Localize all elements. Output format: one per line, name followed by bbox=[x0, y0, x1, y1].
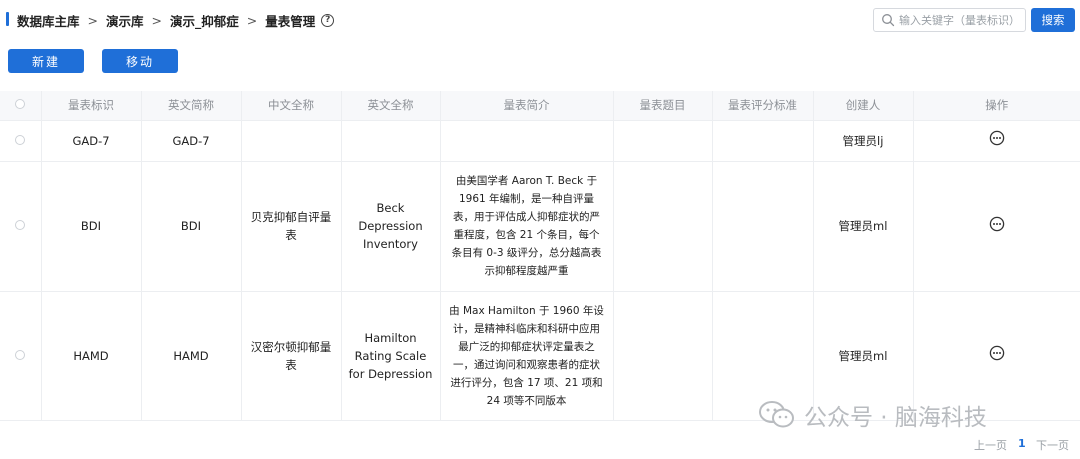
column-header: 创建人 bbox=[813, 91, 914, 121]
table-row: GAD-7 GAD-7 管理员lj bbox=[0, 120, 1080, 162]
more-circle-icon[interactable] bbox=[989, 216, 1005, 232]
breadcrumb-separator: > bbox=[151, 13, 162, 28]
search-box bbox=[873, 8, 1026, 32]
column-header: 操作 bbox=[913, 91, 1080, 121]
cell-actions bbox=[913, 120, 1080, 162]
search-input[interactable] bbox=[899, 13, 1024, 27]
search-button[interactable]: 搜索 bbox=[1031, 8, 1075, 32]
prev-page-button[interactable]: 上一页 bbox=[974, 437, 1007, 452]
more-circle-icon[interactable] bbox=[989, 130, 1005, 146]
cell-scoring bbox=[712, 120, 814, 162]
select-all-header bbox=[0, 91, 42, 121]
table-row: BDI BDI 贝克抑郁自评量表 Beck Depression Invento… bbox=[0, 161, 1080, 292]
cell-cn-full: 汉密尔顿抑郁量表 bbox=[241, 291, 342, 421]
table-header-row: 量表标识 英文简称 中文全称 英文全称 量表简介 量表题目 量表评分标准 创建人… bbox=[0, 91, 1080, 121]
breadcrumb-separator: > bbox=[87, 13, 98, 28]
breadcrumb-item-demo-depression[interactable]: 演示_抑郁症 bbox=[170, 11, 239, 30]
cell-creator: 管理员ml bbox=[813, 161, 914, 292]
breadcrumb-item-main-db[interactable]: 数据库主库 bbox=[17, 11, 80, 30]
row-select-cell bbox=[0, 161, 42, 292]
current-page-number[interactable]: 1 bbox=[1018, 437, 1026, 451]
cell-en-full: Beck Depression Inventory bbox=[341, 161, 441, 292]
cell-creator: 管理员lj bbox=[813, 120, 914, 162]
cell-questions bbox=[613, 120, 713, 162]
next-page-button[interactable]: 下一页 bbox=[1036, 437, 1069, 452]
cell-questions bbox=[613, 291, 713, 421]
breadcrumb-accent-bar bbox=[6, 12, 9, 26]
breadcrumb-item-scale-management: 量表管理 bbox=[265, 14, 316, 29]
cell-actions bbox=[913, 161, 1080, 292]
column-header: 英文全称 bbox=[341, 91, 441, 121]
cell-scale-id: GAD-7 bbox=[41, 120, 142, 162]
cell-questions bbox=[613, 161, 713, 292]
watermark-text: 公众号 · 脑海科技 bbox=[804, 405, 987, 431]
cell-intro: 由美国学者 Aaron T. Beck 于 1961 年编制，是一种自评量表，用… bbox=[440, 161, 614, 292]
cell-en-full bbox=[341, 120, 441, 162]
breadcrumb: 数据库主库 > 演示库 > 演示_抑郁症 > 量表管理 ? bbox=[17, 11, 335, 30]
select-all-radio[interactable] bbox=[15, 99, 26, 110]
watermark: 公众号 · 脑海科技 bbox=[758, 398, 987, 432]
column-header: 英文简称 bbox=[141, 91, 242, 121]
column-header: 量表标识 bbox=[41, 91, 142, 121]
cell-en-full: Hamilton Rating Scale for Depression bbox=[341, 291, 441, 421]
row-select-radio[interactable] bbox=[15, 349, 26, 360]
cell-intro: 由 Max Hamilton 于 1960 年设计，是精神科临床和科研中应用最广… bbox=[440, 291, 614, 421]
cell-en-short: HAMD bbox=[141, 291, 242, 421]
breadcrumb-item-demo-db[interactable]: 演示库 bbox=[106, 11, 144, 30]
question-circle-icon[interactable]: ? bbox=[321, 14, 335, 27]
breadcrumb-separator: > bbox=[246, 13, 258, 28]
cell-en-short: GAD-7 bbox=[141, 120, 242, 162]
cell-scoring bbox=[712, 161, 814, 292]
move-button[interactable]: 移动 bbox=[102, 49, 178, 73]
more-circle-icon[interactable] bbox=[989, 345, 1005, 361]
row-select-radio[interactable] bbox=[15, 220, 26, 230]
row-select-cell bbox=[0, 291, 42, 421]
cell-scale-id: HAMD bbox=[41, 291, 142, 421]
wechat-icon bbox=[759, 401, 794, 428]
column-header: 量表简介 bbox=[440, 91, 614, 121]
new-button[interactable]: 新建 bbox=[8, 49, 84, 73]
cell-en-short: BDI bbox=[141, 161, 242, 292]
cell-intro bbox=[440, 120, 614, 162]
column-header: 量表评分标准 bbox=[712, 91, 814, 121]
row-select-cell bbox=[0, 120, 42, 162]
search-icon bbox=[882, 14, 895, 27]
cell-cn-full: 贝克抑郁自评量表 bbox=[241, 161, 342, 292]
top-bar: 数据库主库 > 演示库 > 演示_抑郁症 > 量表管理 ? 搜索 bbox=[0, 0, 1080, 40]
row-select-radio[interactable] bbox=[15, 134, 26, 145]
cell-scale-id: BDI bbox=[41, 161, 142, 292]
scale-table: 量表标识 英文简称 中文全称 英文全称 量表简介 量表题目 量表评分标准 创建人… bbox=[0, 91, 1080, 421]
column-header: 量表题目 bbox=[613, 91, 713, 121]
cell-cn-full bbox=[241, 120, 342, 162]
column-header: 中文全称 bbox=[241, 91, 342, 121]
